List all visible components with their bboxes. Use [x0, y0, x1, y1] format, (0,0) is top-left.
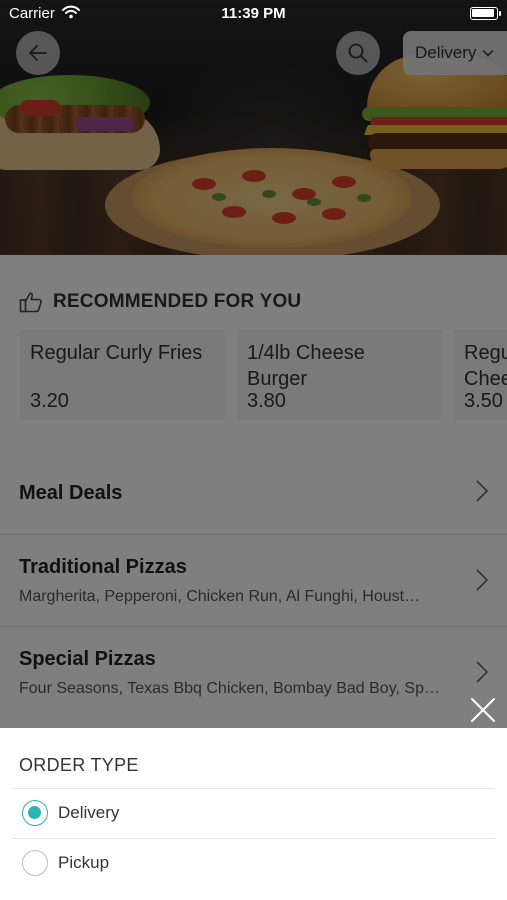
status-bar: Carrier 11:39 PM	[0, 0, 507, 28]
radio-selected-icon[interactable]	[22, 800, 48, 826]
close-icon[interactable]	[470, 697, 496, 723]
battery-icon	[470, 7, 501, 20]
order-type-sheet: ORDER TYPE Delivery Pickup	[0, 728, 507, 900]
modal-backdrop[interactable]	[0, 0, 507, 728]
order-option-pickup[interactable]: Pickup	[12, 839, 495, 887]
option-label: Pickup	[58, 853, 110, 872]
radio-unselected-icon[interactable]	[22, 850, 48, 876]
app-screen: Delivery RECOMMENDED FOR YOU Regular Cur…	[0, 0, 507, 900]
status-time: 11:39 PM	[221, 5, 286, 22]
order-option-delivery[interactable]: Delivery	[12, 789, 495, 837]
sheet-title: ORDER TYPE	[19, 755, 139, 775]
option-label: Delivery	[58, 803, 120, 822]
